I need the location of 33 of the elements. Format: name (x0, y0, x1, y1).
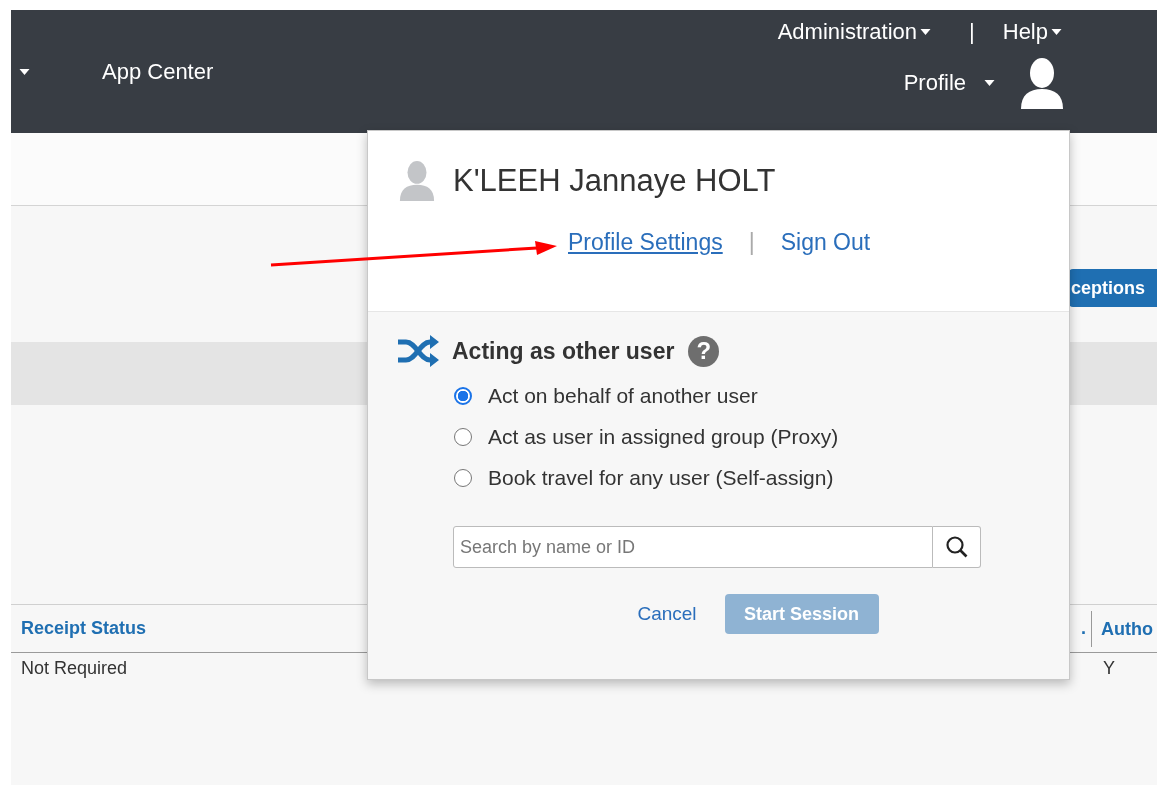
user-avatar-icon (398, 161, 436, 201)
caret-icon[interactable] (19, 69, 30, 75)
nav-link[interactable]: App Center (102, 59, 214, 85)
search-button[interactable] (933, 526, 981, 568)
option-label[interactable]: Act as user in assigned group (Proxy) (488, 425, 839, 449)
search-icon (944, 535, 969, 559)
option-label[interactable]: Book travel for any user (Self-assign) (488, 466, 834, 490)
radio-button[interactable] (454, 387, 472, 405)
table-cell-text: Not Required (20, 657, 129, 679)
search-field[interactable]: Search by name or ID (453, 526, 933, 568)
column-header[interactable]: . (1081, 618, 1091, 639)
caret-icon (920, 29, 932, 35)
profile-menu-button[interactable]: Profile (903, 70, 995, 96)
radio-button[interactable] (454, 428, 472, 446)
help-icon[interactable]: ? (688, 335, 720, 367)
user-name: K'LEEH Jannaye HOLT (453, 163, 776, 199)
menu-link[interactable]: Sign Out (780, 229, 871, 256)
caret-icon (984, 80, 995, 86)
menu-link[interactable]: Profile Settings (568, 229, 723, 256)
shuffle-icon (396, 334, 440, 368)
section-title: Acting as other user (452, 337, 675, 365)
column-header[interactable]: Autho (1091, 610, 1153, 647)
radio-button[interactable] (454, 469, 472, 487)
table-cell-text: Y (1102, 657, 1115, 679)
cancel-link[interactable]: Cancel (631, 602, 703, 626)
menu-link[interactable]: Help (1002, 19, 1062, 45)
separator: | (748, 229, 755, 256)
action-button[interactable]: ceptions (1069, 269, 1157, 307)
caret-icon (1051, 29, 1062, 35)
separator: | (969, 19, 975, 45)
menu-link[interactable]: Administration (777, 19, 932, 45)
option-label[interactable]: Act on behalf of another user (488, 384, 758, 408)
user-avatar-icon[interactable] (1019, 57, 1065, 109)
